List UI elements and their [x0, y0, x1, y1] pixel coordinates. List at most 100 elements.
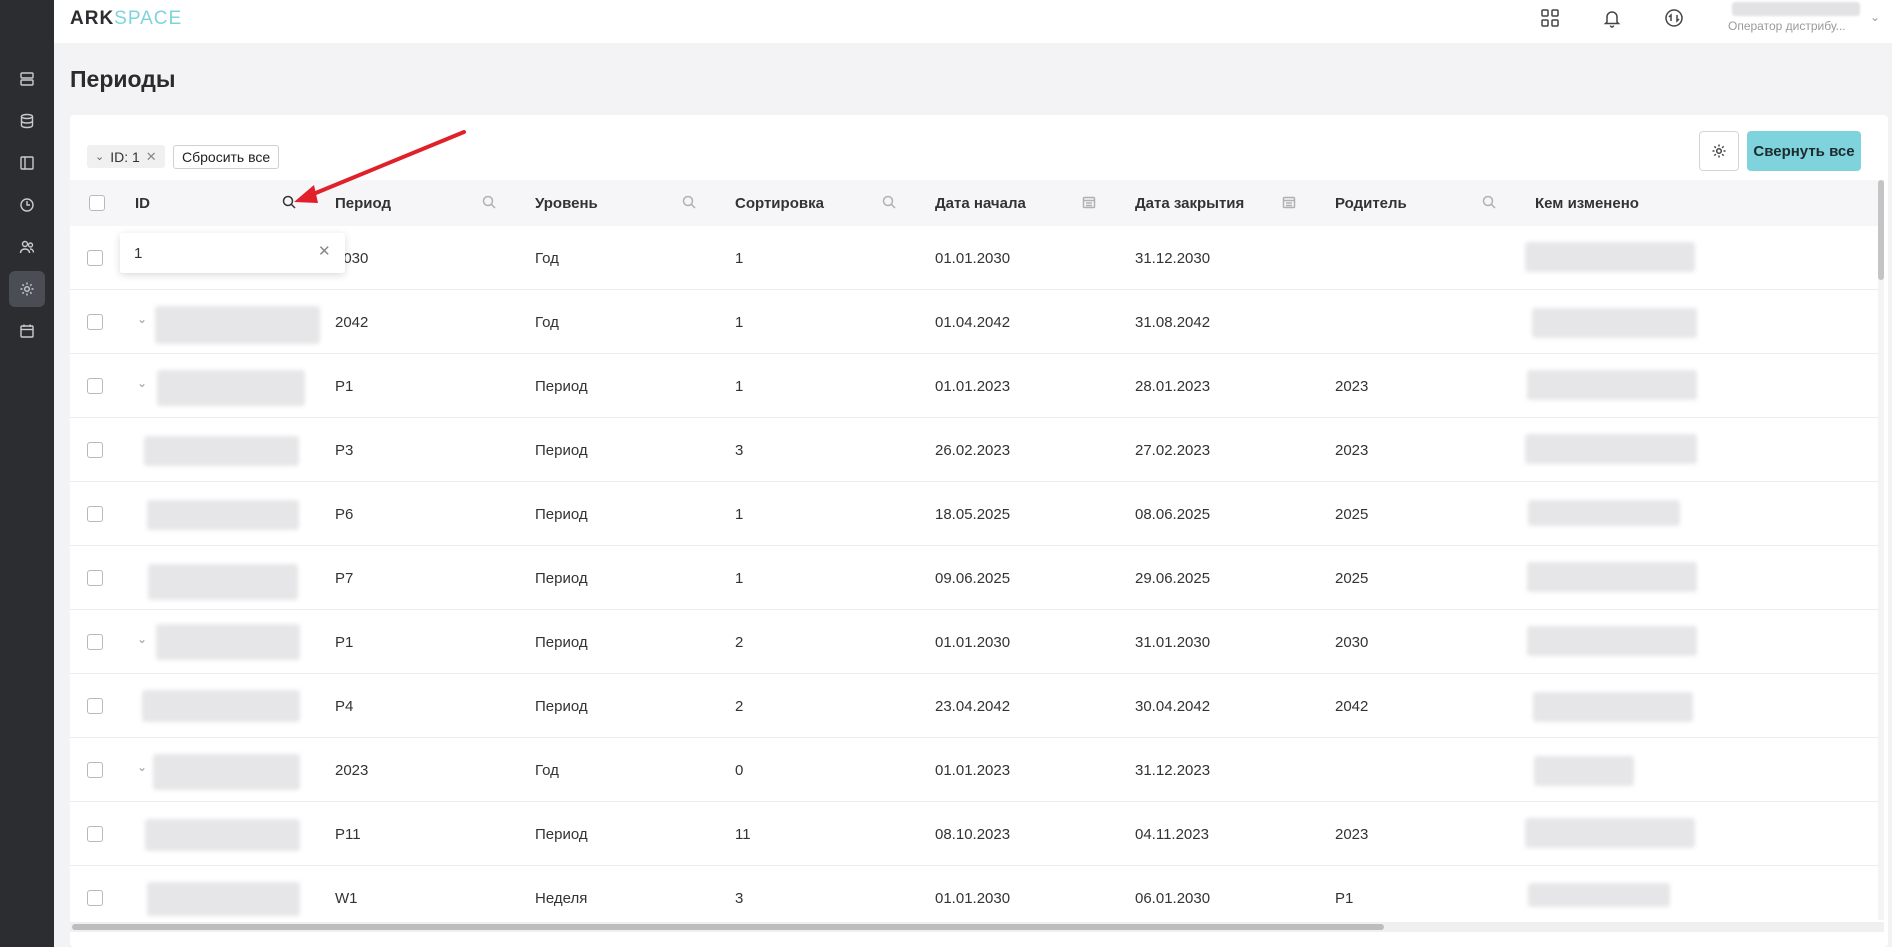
reset-all-button[interactable]: Сбросить все	[173, 145, 280, 169]
column-header-period[interactable]: Период	[335, 180, 391, 226]
row-checkbox[interactable]	[87, 506, 103, 522]
vertical-scrollbar[interactable]	[1878, 180, 1884, 920]
cell-end-date: 30.04.2042	[1135, 697, 1211, 715]
table-row[interactable]: P6 Период 1 18.05.2025 08.06.2025 2025	[70, 482, 1880, 546]
cell-sort: 3	[735, 441, 744, 459]
cell-sort: 1	[735, 569, 744, 587]
table-row[interactable]: P7 Период 1 09.06.2025 29.06.2025 2025	[70, 546, 1880, 610]
cell-level: Период	[535, 633, 588, 651]
cell-period: P6	[335, 505, 354, 523]
cell-period: P3	[335, 441, 354, 459]
user-role: Оператор дистрибу...	[1728, 19, 1846, 33]
row-checkbox[interactable]	[87, 826, 103, 842]
column-header-level[interactable]: Уровень	[535, 180, 598, 226]
column-header-parent[interactable]: Родитель	[1335, 180, 1407, 226]
cell-period: P7	[335, 569, 354, 587]
column-header-sort[interactable]: Сортировка	[735, 180, 824, 226]
id-search-popup: ✕	[120, 233, 345, 273]
id-search-input[interactable]	[134, 242, 304, 264]
close-icon[interactable]: ✕	[318, 242, 331, 260]
column-header-end-date[interactable]: Дата закрытия	[1135, 180, 1244, 226]
column-header-id[interactable]: ID	[135, 180, 150, 226]
table-row[interactable]: ⌄ 2042 Год 1 01.04.2042 31.08.2042	[70, 290, 1880, 354]
row-checkbox[interactable]	[87, 890, 103, 906]
row-checkbox[interactable]	[87, 698, 103, 714]
users-icon[interactable]	[9, 229, 45, 265]
chevron-down-icon[interactable]: ⌄	[137, 632, 147, 646]
settings-icon[interactable]	[9, 271, 45, 307]
search-icon[interactable]	[1482, 195, 1498, 211]
column-header-start-date[interactable]: Дата начала	[935, 180, 1026, 226]
table-row[interactable]: P11 Период 11 08.10.2023 04.11.2023 2023	[70, 802, 1880, 866]
table-settings-button[interactable]	[1699, 131, 1739, 171]
horizontal-scroll-thumb[interactable]	[72, 924, 1384, 930]
bell-icon[interactable]	[1600, 6, 1624, 30]
servers-icon[interactable]	[9, 61, 45, 97]
cell-sort: 11	[735, 825, 751, 843]
cell-period: 2023	[335, 761, 369, 779]
book-icon[interactable]	[9, 145, 45, 181]
horizontal-scrollbar[interactable]	[70, 922, 1884, 932]
cell-start-date: 01.01.2030	[935, 633, 1011, 651]
chevron-down-icon[interactable]: ⌄	[137, 312, 147, 326]
clock-icon[interactable]	[9, 187, 45, 223]
table-row[interactable]: ⌄ P1 Период 1 01.01.2023 28.01.2023 2023	[70, 354, 1880, 418]
cell-start-date: 26.02.2023	[935, 441, 1011, 459]
modified-by-redacted	[1527, 370, 1697, 400]
row-checkbox[interactable]	[87, 442, 103, 458]
search-icon[interactable]	[682, 195, 698, 211]
database-icon[interactable]	[9, 103, 45, 139]
cell-end-date: 06.01.2030	[1135, 889, 1211, 907]
calendar-icon[interactable]	[1282, 195, 1298, 211]
user-menu[interactable]: Оператор дистрибу... ⌄	[1722, 0, 1892, 43]
filter-chip-label: ID: 1	[110, 148, 140, 165]
modified-by-redacted	[1534, 756, 1634, 786]
page-title: Периоды	[70, 66, 176, 92]
modified-by-redacted	[1527, 626, 1697, 656]
apps-grid-icon[interactable]	[1538, 6, 1562, 30]
close-icon[interactable]: ✕	[146, 149, 157, 165]
modified-by-redacted	[1533, 692, 1693, 722]
top-bar: ARKSPACE Оператор дистрибу... ⌄	[54, 0, 1892, 43]
table-row[interactable]: W1 Неделя 3 01.01.2030 06.01.2030 P1	[70, 866, 1880, 930]
cell-parent: 2030	[1335, 633, 1369, 651]
select-all-checkbox[interactable]	[89, 195, 105, 211]
table-row[interactable]: ⌄ P1 Период 2 01.01.2030 31.01.2030 2030	[70, 610, 1880, 674]
modified-by-redacted	[1525, 434, 1697, 464]
row-checkbox[interactable]	[87, 634, 103, 650]
table-row[interactable]: P4 Период 2 23.04.2042 30.04.2042 2042	[70, 674, 1880, 738]
cell-sort: 1	[735, 249, 744, 267]
calendar-icon[interactable]	[1082, 195, 1098, 211]
vertical-scroll-thumb[interactable]	[1878, 180, 1884, 280]
filter-chip-id[interactable]: ⌄ ID: 1 ✕	[87, 145, 165, 168]
row-checkbox[interactable]	[87, 762, 103, 778]
id-redacted	[144, 436, 299, 466]
id-redacted	[147, 882, 300, 916]
cell-end-date: 27.02.2023	[1135, 441, 1211, 459]
search-icon[interactable]	[882, 195, 898, 211]
cell-end-date: 08.06.2025	[1135, 505, 1211, 523]
logo[interactable]: ARKSPACE	[70, 8, 182, 30]
collapse-all-button[interactable]: Свернуть все	[1747, 131, 1861, 171]
search-icon[interactable]	[282, 195, 298, 211]
search-icon[interactable]	[482, 195, 498, 211]
table-row[interactable]: ⌄ 2023 Год 0 01.01.2023 31.12.2023	[70, 738, 1880, 802]
cell-end-date: 04.11.2023	[1135, 825, 1209, 843]
cell-period: P11	[335, 825, 361, 843]
cell-start-date: 09.06.2025	[935, 569, 1011, 587]
row-checkbox[interactable]	[87, 250, 103, 266]
sidebar	[0, 0, 54, 947]
cell-level: Период	[535, 441, 588, 459]
table-row[interactable]: P3 Период 3 26.02.2023 27.02.2023 2023	[70, 418, 1880, 482]
calendar-icon[interactable]	[9, 313, 45, 349]
chevron-down-icon[interactable]: ⌄	[137, 760, 147, 774]
row-checkbox[interactable]	[87, 570, 103, 586]
row-checkbox[interactable]	[87, 378, 103, 394]
sync-icon[interactable]	[1662, 6, 1686, 30]
id-redacted	[147, 500, 299, 530]
chevron-down-icon[interactable]: ⌄	[137, 376, 147, 390]
column-header-modified-by[interactable]: Кем изменено	[1535, 180, 1639, 226]
row-checkbox[interactable]	[87, 314, 103, 330]
cell-parent: P1	[1335, 889, 1354, 907]
id-redacted	[148, 564, 298, 600]
